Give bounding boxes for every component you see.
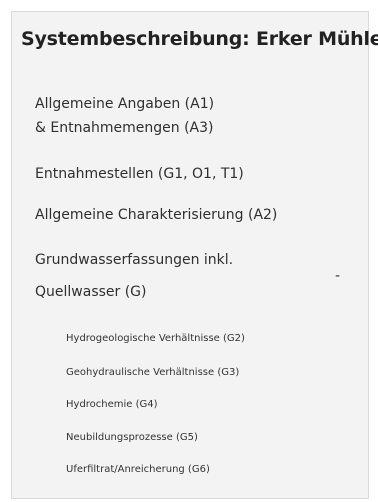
subnav-item-hydrochemistry[interactable]: Hydrochemie (G4) (66, 398, 158, 412)
nav-item-general-characterization[interactable]: Allgemeine Charakterisierung (A2) (35, 203, 277, 227)
nav-item-label-line: Allgemeine Charakterisierung (A2) (35, 207, 278, 223)
nav-item-label-line: Grundwasserfassungen inkl. (35, 252, 234, 268)
nav-item-label-line: Entnahmestellen (G1, O1, T1) (35, 166, 244, 182)
subnav-item-recharge-processes[interactable]: Neubildungsprozesse (G5) (66, 431, 198, 445)
collapse-toggle[interactable]: - (335, 268, 340, 284)
subnav-item-hydrogeology[interactable]: Hydrogeologische Verhältnisse (G2) (66, 332, 245, 346)
nav-item-label-line: Allgemeine Angaben (A1) (35, 96, 215, 112)
nav-item-extraction-points[interactable]: Entnahmestellen (G1, O1, T1) (35, 162, 244, 186)
nav-item-label-line: Quellwasser (G) (35, 284, 147, 300)
nav-item-label-line: & Entnahmemengen (A3) (35, 120, 214, 136)
subnav-item-bank-filtrate[interactable]: Uferfiltrat/Anreicherung (G6) (66, 463, 210, 477)
panel-title: Systembeschreibung: Erker Mühle (21, 28, 378, 50)
nav-item-groundwater-intakes[interactable]: Grundwasserfassungen inkl. Quellwasser (… (35, 248, 233, 304)
nav-item-general-info[interactable]: Allgemeine Angaben (A1) & Entnahmemengen… (35, 92, 214, 140)
subnav-item-geohydraulics[interactable]: Geohydraulische Verhältnisse (G3) (66, 366, 239, 380)
